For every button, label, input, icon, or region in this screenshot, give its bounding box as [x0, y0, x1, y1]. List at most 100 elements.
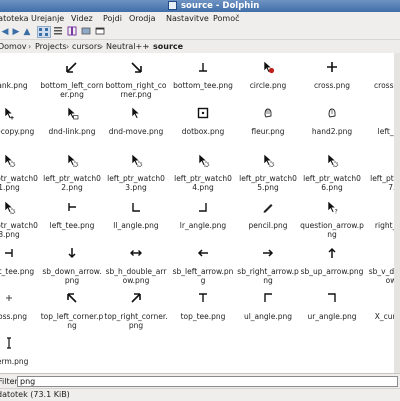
file-name: sb_h_double_arrow.png: [105, 267, 167, 285]
bottom-tee-cursor-icon: [196, 60, 210, 74]
file-view[interactable]: blank.png bottom_left_corner.pngbottom_ri…: [0, 53, 400, 373]
file-name: left_ptr_watch05.png: [239, 174, 297, 192]
file-item[interactable]: ul_angle.png: [236, 291, 300, 351]
breadcrumb-item-home[interactable]: Domov: [0, 40, 26, 53]
lr-angle-cursor-icon: [196, 200, 210, 214]
down-arrow-cursor-icon: [65, 246, 79, 260]
file-name: blank.png: [0, 81, 28, 90]
dotbox-cursor-icon: [196, 106, 210, 120]
file-name: sb_right_arrow.png: [237, 267, 299, 285]
file-name: dnd-link.png: [48, 127, 96, 136]
file-name: dnd-move.png: [108, 127, 164, 136]
file-item[interactable]: top_right_corner.png: [104, 291, 168, 351]
arrow-watch-cursor-icon: [196, 153, 210, 168]
breadcrumb-separator: ›: [28, 42, 32, 51]
up-arrow-cursor-icon: [325, 246, 339, 260]
file-name: dnd-copy.png: [0, 127, 35, 136]
breadcrumb-item-neutral[interactable]: Neutral++: [106, 40, 149, 53]
bottom-right-corner-cursor-icon: [129, 60, 143, 74]
preview-icon[interactable]: [81, 26, 93, 38]
up-arrow-icon[interactable]: ▲: [22, 26, 32, 38]
file-name: top_tee.png: [180, 312, 226, 321]
cross-cursor-icon: [325, 60, 339, 74]
folder-icon: [168, 1, 177, 10]
scrollbar[interactable]: [394, 53, 400, 373]
file-name: fleur.png: [251, 127, 285, 136]
title-bar[interactable]: source - Dolphin: [0, 0, 400, 12]
arrow-watch-cursor-icon: [129, 153, 143, 168]
file-name: bottom_tee.png: [173, 81, 233, 90]
file-name: cross.png: [313, 81, 351, 90]
breadcrumb-item-cursors[interactable]: cursors: [72, 40, 101, 53]
left-tee-cursor-icon: [65, 200, 79, 214]
file-item[interactable]: xterm.png: [0, 336, 41, 373]
xterm-cursor-icon: [2, 336, 16, 350]
toolbar: ◀ ▶ ▲: [0, 25, 400, 39]
forward-arrow-icon[interactable]: ▶: [11, 26, 21, 38]
svg-text:?: ?: [335, 209, 338, 215]
top-tee-cursor-icon: [196, 291, 210, 305]
file-item[interactable]: top_tee.png: [171, 291, 235, 351]
back-arrow-icon[interactable]: ◀: [0, 26, 10, 38]
arrow-watch-cursor-icon: [325, 153, 339, 168]
bottom-left-corner-cursor-icon: [65, 60, 79, 74]
menu-tools[interactable]: Orodja: [129, 12, 156, 25]
file-name: bottom_left_corner.png: [40, 81, 104, 99]
breadcrumb-separator: ›: [100, 42, 104, 51]
file-name: hand2.png: [311, 127, 353, 136]
arrow-watch-cursor-icon: [65, 153, 79, 168]
split-view-icon[interactable]: [95, 26, 107, 38]
file-name: sb_up_arrow.png: [300, 267, 364, 276]
file-name: left_ptr_watch03.png: [107, 174, 165, 192]
filter-input[interactable]: [17, 376, 398, 387]
ur-angle-cursor-icon: [325, 291, 339, 305]
file-name: ul_angle.png: [243, 312, 293, 321]
blank-cursor-icon: [2, 60, 16, 74]
file-name: dotbox.png: [181, 127, 225, 136]
breadcrumb-current[interactable]: source: [153, 40, 183, 53]
file-name: question_arrow.png: [300, 221, 364, 239]
dnd-copy-cursor-icon: [2, 106, 16, 120]
menu-settings[interactable]: Nastavitve: [166, 12, 209, 25]
menu-edit[interactable]: Urejanje: [31, 12, 64, 25]
status-text: datotek (73.1 KiB): [0, 390, 70, 399]
file-name: bottom_right_corner.png: [105, 81, 167, 99]
file-name: left_ptr_watch02.png: [43, 174, 101, 192]
menu-go[interactable]: Pojdi: [103, 12, 122, 25]
arrow-watch-cursor-icon: [2, 153, 16, 168]
file-item[interactable]: ur_angle.png: [300, 291, 364, 351]
menu-view[interactable]: Videz: [71, 12, 93, 25]
file-name: top_right_corner.png: [104, 312, 168, 330]
icons-view-icon[interactable]: [37, 26, 51, 38]
filter-bar: Filter:: [0, 373, 400, 389]
file-item[interactable]: top_left_corner.png: [40, 291, 104, 351]
arrow-watch-cursor-icon: [261, 153, 275, 168]
pencil-cursor-icon: [261, 200, 275, 214]
file-name: cross.png: [0, 312, 28, 321]
hand-cursor-icon: [325, 106, 339, 120]
file-name: left_ptr_watch08.png: [0, 221, 38, 239]
menu-help[interactable]: Pomoč: [213, 12, 240, 25]
file-name: ll_angle.png: [113, 221, 159, 230]
file-name: sb_down_arrow.png: [42, 267, 102, 285]
dnd-link-cursor-icon: [65, 106, 79, 120]
file-name: lr_angle.png: [179, 221, 227, 230]
question-arrow-cursor-icon: ?: [325, 200, 339, 216]
menu-file[interactable]: Datoteka: [0, 12, 29, 25]
status-bar: datotek (73.1 KiB): [0, 388, 400, 401]
breadcrumb-item-projects[interactable]: Projects: [35, 40, 67, 53]
columns-view-icon[interactable]: [67, 26, 79, 38]
arrow-watch-cursor-icon: [2, 200, 16, 215]
left-arrow-cursor-icon: [196, 246, 210, 260]
file-name: left_tee.png: [49, 221, 95, 230]
file-name: pencil.png: [248, 221, 288, 230]
file-name: sb_left_arrow.png: [172, 267, 234, 285]
right-arrow-short-cursor-icon: [261, 246, 275, 260]
menu-bar: Datoteka Urejanje Videz Pojdi Orodja Nas…: [0, 12, 400, 26]
details-view-icon[interactable]: [53, 26, 65, 38]
circle-cursor-icon: [261, 60, 275, 74]
ll-angle-cursor-icon: [129, 200, 143, 214]
dnd-move-cursor-icon: [129, 106, 143, 120]
top-left-corner-cursor-icon: [65, 291, 79, 305]
breadcrumb-separator: ›: [146, 42, 150, 51]
